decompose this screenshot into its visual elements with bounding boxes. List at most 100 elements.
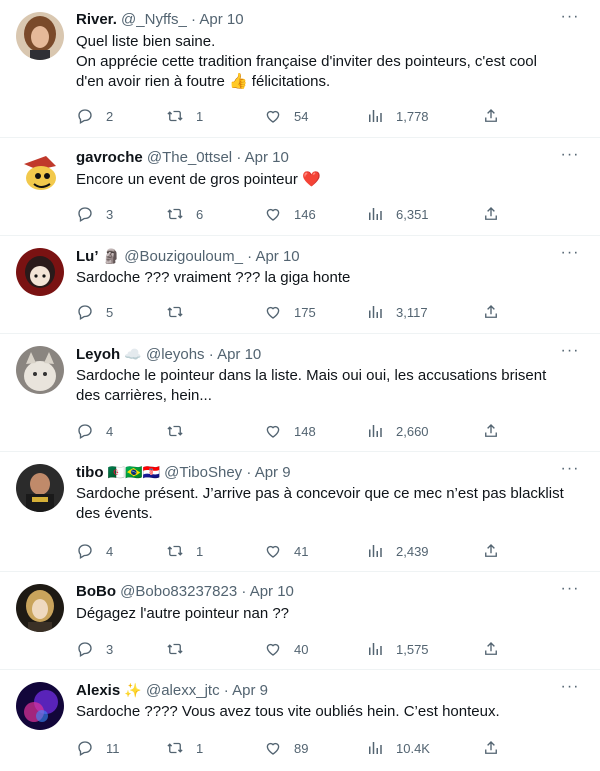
share-icon [485, 741, 497, 754]
reply-icon [78, 642, 92, 657]
user-handle[interactable]: @Bobo83237823 [120, 583, 237, 600]
avatar[interactable] [16, 248, 64, 296]
retweet-button[interactable]: 6 [166, 204, 203, 224]
retweet-button[interactable]: 1 [166, 738, 203, 758]
views-icon [369, 742, 382, 754]
like-button[interactable]: 40 [264, 639, 308, 659]
retweet-button[interactable]: 1 [166, 106, 203, 126]
avatar[interactable] [16, 584, 64, 632]
tweet-text: Sardoche le pointeur dans la liste. Mais… [76, 367, 547, 404]
display-name[interactable]: River. [76, 11, 117, 28]
reply-icon [78, 305, 92, 320]
views-count: 2,439 [396, 543, 429, 559]
share-button[interactable] [482, 421, 500, 441]
share-button[interactable] [482, 738, 500, 758]
tweet-header: Leyoh ☁️ @leyohs · Apr 10 [76, 344, 261, 365]
like-button[interactable]: 146 [264, 204, 316, 224]
tweet-date[interactable]: Apr 10 [245, 149, 289, 166]
more-icon[interactable]: ··· [558, 461, 582, 482]
tweet-header: Alexis ✨ @alexx_jtc · Apr 9 [76, 680, 268, 701]
retweet-button[interactable] [166, 302, 196, 322]
tweet-date[interactable]: Apr 10 [250, 583, 294, 600]
reply-count: 3 [106, 641, 114, 657]
more-icon[interactable]: ··· [558, 679, 582, 700]
tweet[interactable]: tibo 🇩🇿🇧🇷🇭🇷 @TiboShey · Apr 9 ··· Sardoc… [0, 452, 600, 572]
more-icon[interactable]: ··· [558, 147, 582, 168]
tweet[interactable]: River. @_Nyffs_ · Apr 10 ··· Quel liste … [0, 0, 600, 138]
display-name[interactable]: gavroche [76, 149, 143, 166]
reply-button[interactable]: 2 [76, 106, 113, 126]
user-handle[interactable]: @The_0ttsel [147, 149, 232, 166]
views-button[interactable]: 1,575 [366, 639, 429, 659]
user-handle[interactable]: @TiboShey [164, 464, 242, 481]
retweet-icon [167, 425, 183, 437]
display-name[interactable]: BoBo [76, 583, 116, 600]
display-name[interactable]: Lu’ [76, 248, 99, 265]
tweet-date[interactable]: Apr 10 [217, 346, 261, 363]
views-button[interactable]: 2,439 [366, 541, 429, 561]
tweet-date[interactable]: Apr 10 [255, 248, 299, 265]
like-button[interactable]: 54 [264, 106, 308, 126]
tweet[interactable]: BoBo @Bobo83237823 · Apr 10 ··· Dégagez … [0, 572, 600, 670]
display-name[interactable]: Leyoh [76, 346, 120, 363]
more-icon[interactable]: ··· [558, 343, 582, 364]
display-name[interactable]: Alexis [76, 682, 120, 699]
user-handle[interactable]: @alexx_jtc [146, 682, 220, 699]
reply-button[interactable]: 3 [76, 639, 113, 659]
tweet-text-line: Quel liste bien saine. [76, 33, 216, 50]
more-icon[interactable]: ··· [558, 581, 582, 602]
share-button[interactable] [482, 541, 500, 561]
reply-button[interactable]: 5 [76, 302, 113, 322]
views-button[interactable]: 6,351 [366, 204, 429, 224]
reply-button[interactable]: 4 [76, 541, 113, 561]
tweet[interactable]: Lu’ 🗿 @Bouzigouloum_ · Apr 10 ··· Sardoc… [0, 236, 600, 334]
like-button[interactable]: 41 [264, 541, 308, 561]
reply-button[interactable]: 3 [76, 204, 113, 224]
tweet-date[interactable]: Apr 9 [232, 682, 268, 699]
more-icon[interactable]: ··· [558, 245, 582, 266]
reply-button[interactable]: 11 [76, 738, 120, 758]
avatar[interactable] [16, 12, 64, 60]
retweet-icon [167, 208, 183, 220]
like-button[interactable]: 89 [264, 738, 308, 758]
like-button[interactable]: 175 [264, 302, 316, 322]
retweet-button[interactable]: 1 [166, 541, 203, 561]
reply-icon [78, 207, 92, 222]
tweet-actions: 2 1 54 1,778 [76, 106, 516, 126]
user-handle[interactable]: @_Nyffs_ [121, 11, 187, 28]
views-button[interactable]: 10.4K [366, 738, 430, 758]
share-button[interactable] [482, 639, 500, 659]
tweet[interactable]: Leyoh ☁️ @leyohs · Apr 10 ··· Sardoche l… [0, 334, 600, 452]
tweet[interactable]: gavroche @The_0ttsel · Apr 10 ··· Encore… [0, 138, 600, 236]
like-icon [266, 643, 280, 656]
avatar[interactable] [16, 150, 64, 198]
tweet-date[interactable]: Apr 10 [199, 11, 243, 28]
avatar[interactable] [16, 464, 64, 512]
retweet-count: 1 [196, 108, 204, 124]
more-icon[interactable]: ··· [558, 9, 582, 30]
user-handle[interactable]: @Bouzigouloum_ [124, 248, 243, 265]
retweet-button[interactable] [166, 639, 196, 659]
user-handle[interactable]: @leyohs [146, 346, 205, 363]
retweet-button[interactable] [166, 421, 196, 441]
tweet-actions: 11 1 89 10.4K [76, 738, 516, 758]
tweet[interactable]: Alexis ✨ @alexx_jtc · Apr 9 ··· Sardoche… [0, 670, 600, 771]
avatar[interactable] [16, 346, 64, 394]
views-button[interactable]: 2,660 [366, 421, 429, 441]
tweet-date[interactable]: Apr 9 [255, 464, 291, 481]
views-button[interactable]: 1,778 [366, 106, 429, 126]
retweet-count: 6 [196, 206, 204, 222]
display-name[interactable]: tibo [76, 464, 104, 481]
views-count: 3,117 [396, 304, 428, 320]
name-badge: 🇩🇿🇧🇷🇭🇷 [107, 464, 160, 480]
avatar[interactable] [16, 682, 64, 730]
like-button[interactable]: 148 [264, 421, 316, 441]
tweet-header: River. @_Nyffs_ · Apr 10 [76, 10, 244, 30]
share-button[interactable] [482, 204, 500, 224]
share-button[interactable] [482, 302, 500, 322]
views-button[interactable]: 3,117 [366, 302, 428, 322]
tweet-actions: 5 175 3,117 [76, 302, 516, 322]
reply-button[interactable]: 4 [76, 421, 113, 441]
share-button[interactable] [482, 106, 500, 126]
retweet-icon [167, 643, 183, 655]
